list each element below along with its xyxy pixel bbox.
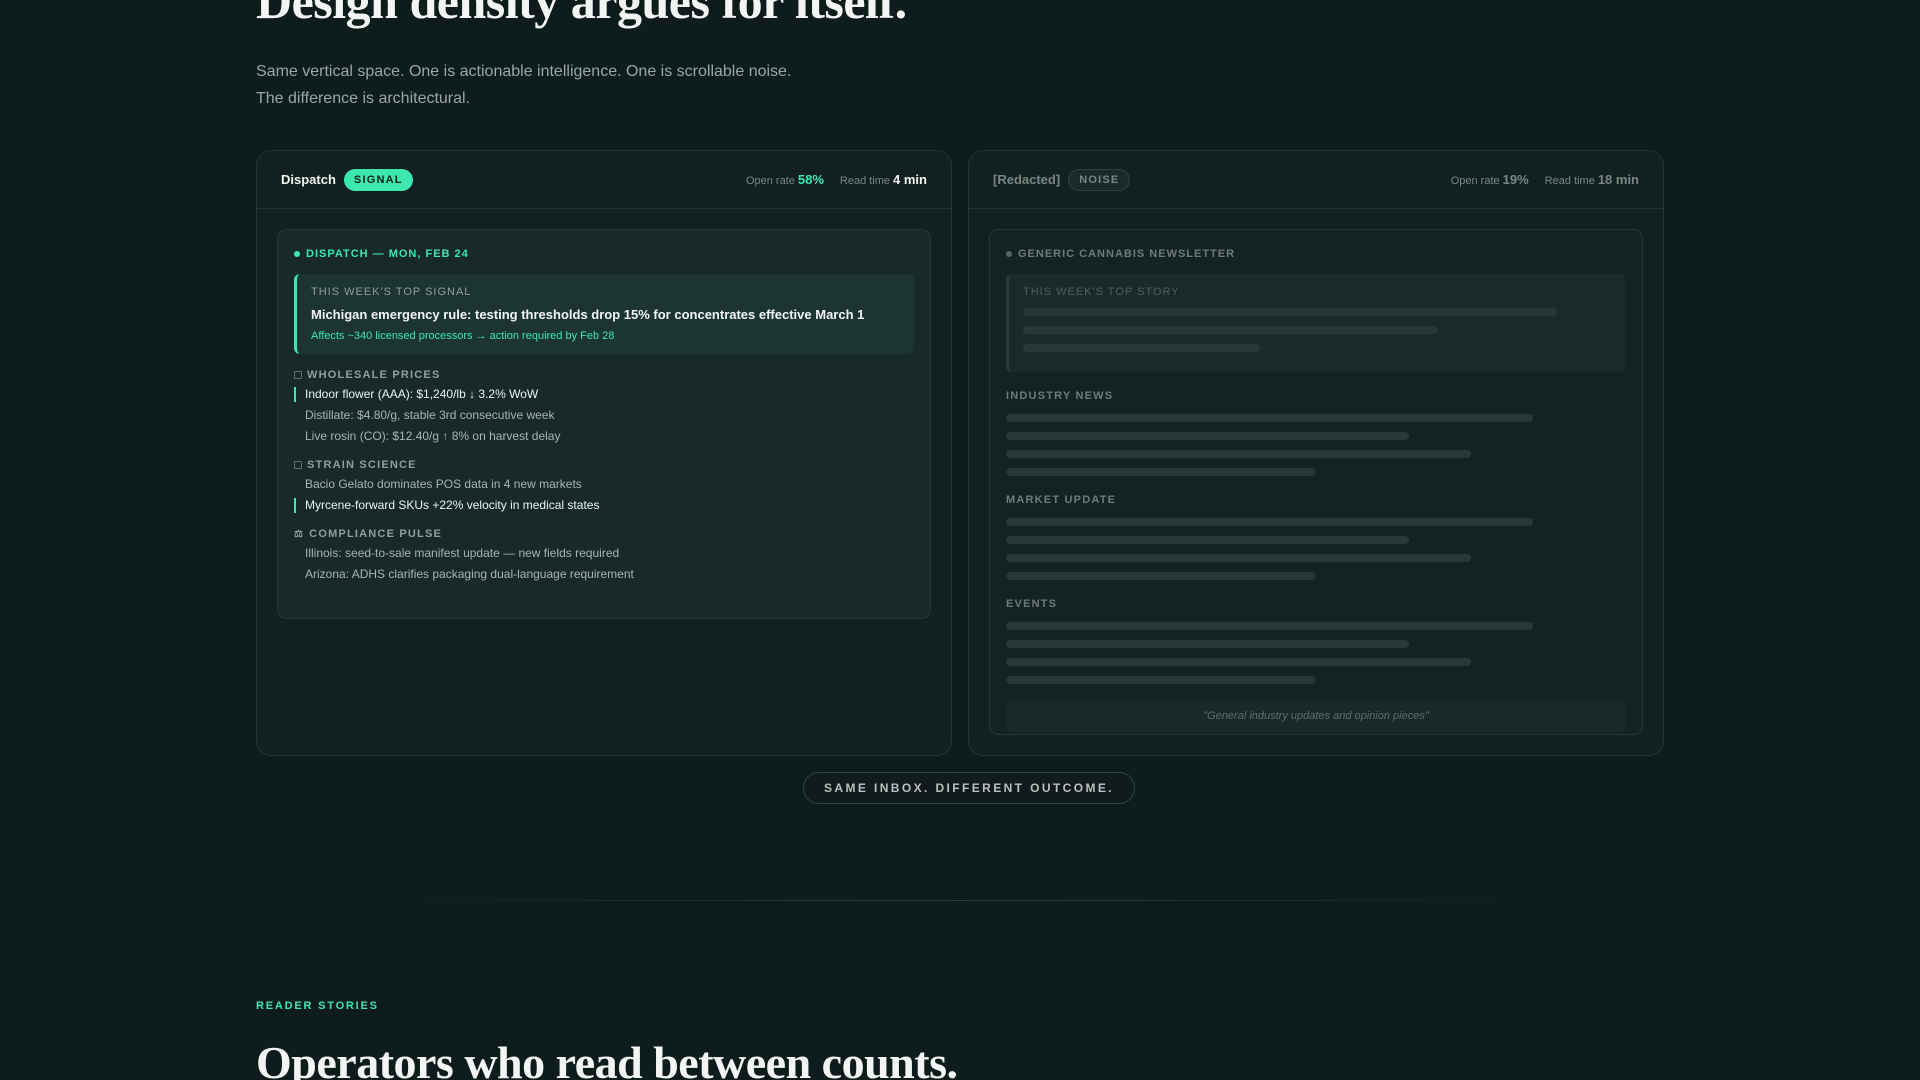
section-label: STRAIN SCIENCE bbox=[307, 459, 417, 471]
section-heading: WHOLESALE PRICES bbox=[294, 369, 914, 381]
chart-icon bbox=[294, 371, 302, 379]
placeholder-line bbox=[1006, 468, 1316, 476]
placeholder-line bbox=[1006, 658, 1471, 666]
brand-name: Dispatch bbox=[281, 172, 336, 187]
list-item: Bacio Gelato dominates POS data in 4 new… bbox=[305, 477, 582, 491]
placeholder-line bbox=[1023, 344, 1260, 352]
card-header: [Redacted] NOISE Open rate 19% Read time 1… bbox=[969, 151, 1663, 209]
top-story-label: THIS WEEK'S TOP STORY bbox=[1023, 286, 1180, 298]
kicker-text: DISPATCH — MON, FEB 24 bbox=[306, 248, 469, 260]
open-rate-label: Open rate bbox=[1450, 174, 1500, 187]
email-preview: DISPATCH — MON, FEB 24 THIS WEEK'S TOP S… bbox=[277, 229, 931, 619]
open-rate-value: 58% bbox=[797, 171, 824, 187]
placeholder-line bbox=[1006, 518, 1533, 526]
placeholder-line bbox=[1006, 676, 1316, 684]
subtitle-line-2: The difference is architectural. bbox=[256, 90, 471, 107]
list-item: Distillate: $4.80/g, stable 3rd consecut… bbox=[305, 408, 555, 422]
industry-news-section: INDUSTRY NEWS bbox=[1006, 390, 1626, 476]
brand-name: [Redacted] bbox=[993, 172, 1061, 187]
list-item: Live rosin (CO): $12.40/g ↑ 8% on harves… bbox=[305, 429, 561, 443]
email-kicker: DISPATCH — MON, FEB 24 bbox=[294, 248, 914, 260]
kicker-text: GENERIC CANNABIS NEWSLETTER bbox=[1018, 248, 1236, 260]
dot-icon bbox=[294, 251, 300, 257]
wholesale-prices-section: WHOLESALE PRICES Indoor flower (AAA): $1… bbox=[294, 369, 914, 444]
reader-stories-title: Operators who read between counts. bbox=[256, 1037, 958, 1080]
section-label: EVENTS bbox=[1006, 598, 1058, 610]
card-header: Dispatch SIGNAL Open rate 58% Read time 4 … bbox=[257, 151, 951, 209]
flask-icon bbox=[294, 461, 302, 469]
top-signal-label: THIS WEEK'S TOP SIGNAL bbox=[311, 286, 472, 298]
list-item: Arizona: ADHS clarifies packaging dual-l… bbox=[305, 567, 634, 581]
compliance-pulse-section: ⚖ COMPLIANCE PULSE Illinois: seed-to-sal… bbox=[294, 528, 914, 582]
section-title: Design density argues for itself. bbox=[256, 0, 907, 29]
placeholder-line bbox=[1006, 572, 1316, 580]
signal-newsletter-card: Dispatch SIGNAL Open rate 58% Read time 4 … bbox=[256, 150, 952, 756]
placeholder-line bbox=[1006, 622, 1533, 630]
read-time-stat: Read time 18 min bbox=[1545, 171, 1639, 189]
placeholder-line bbox=[1006, 450, 1471, 458]
section-subtitle: Same vertical space. One is actionable i… bbox=[256, 58, 791, 112]
section-heading: STRAIN SCIENCE bbox=[294, 459, 914, 471]
section-label: INDUSTRY NEWS bbox=[1006, 390, 1114, 402]
section-label: COMPLIANCE PULSE bbox=[309, 528, 443, 540]
section-label: MARKET UPDATE bbox=[1006, 494, 1117, 506]
list-item: Myrcene-forward SKUs +22% velocity in me… bbox=[294, 498, 914, 513]
email-preview: GENERIC CANNABIS NEWSLETTER THIS WEEK'S … bbox=[989, 229, 1643, 735]
read-time-stat: Read time 4 min bbox=[840, 171, 927, 189]
placeholder-line bbox=[1023, 308, 1557, 316]
outcome-pill: SAME INBOX. DIFFERENT OUTCOME. bbox=[803, 772, 1136, 804]
market-update-section: MARKET UPDATE bbox=[1006, 494, 1626, 580]
top-signal-title: Michigan emergency rule: testing thresho… bbox=[311, 307, 865, 322]
placeholder-line bbox=[1006, 432, 1409, 440]
strain-science-section: STRAIN SCIENCE Bacio Gelato dominates PO… bbox=[294, 459, 914, 513]
read-time-label: Read time bbox=[839, 174, 891, 187]
scales-icon: ⚖ bbox=[294, 528, 305, 540]
read-time-value: 4 min bbox=[893, 171, 927, 187]
open-rate-label: Open rate bbox=[745, 174, 795, 187]
section-heading: ⚖ COMPLIANCE PULSE bbox=[294, 528, 914, 540]
section-divider bbox=[380, 900, 1540, 901]
noise-badge: NOISE bbox=[1068, 168, 1131, 191]
open-rate-stat: Open rate 58% bbox=[746, 171, 824, 189]
open-rate-stat: Open rate 19% bbox=[1451, 171, 1529, 189]
read-time-label: Read time bbox=[1544, 174, 1595, 187]
read-time-value: 18 min bbox=[1597, 171, 1639, 187]
subtitle-line-1: Same vertical space. One is actionable i… bbox=[256, 63, 792, 80]
dot-icon bbox=[1006, 251, 1012, 257]
list-item: Indoor flower (AAA): $1,240/lb ↓ 3.2% Wo… bbox=[294, 387, 914, 402]
summary-quote: "General industry updates and opinion pi… bbox=[1006, 700, 1626, 732]
open-rate-value: 19% bbox=[1502, 171, 1529, 187]
placeholder-line bbox=[1006, 536, 1409, 544]
top-story-box: THIS WEEK'S TOP STORY bbox=[1006, 274, 1626, 372]
placeholder-line bbox=[1023, 326, 1438, 334]
top-signal-box: THIS WEEK'S TOP SIGNAL Michigan emergenc… bbox=[294, 274, 914, 354]
noise-newsletter-card: [Redacted] NOISE Open rate 19% Read time 1… bbox=[968, 150, 1664, 756]
reader-stories-eyebrow: READER STORIES bbox=[256, 1000, 379, 1012]
list-item: Illinois: seed-to-sale manifest update —… bbox=[305, 546, 620, 560]
events-section: EVENTS bbox=[1006, 598, 1626, 684]
email-kicker: GENERIC CANNABIS NEWSLETTER bbox=[1006, 248, 1626, 260]
signal-badge: SIGNAL bbox=[343, 168, 413, 191]
placeholder-line bbox=[1006, 554, 1471, 562]
placeholder-line bbox=[1006, 414, 1533, 422]
top-signal-subtext: Affects ~340 licensed processors → actio… bbox=[311, 330, 615, 342]
placeholder-line bbox=[1006, 640, 1409, 648]
section-label: WHOLESALE PRICES bbox=[307, 369, 441, 381]
